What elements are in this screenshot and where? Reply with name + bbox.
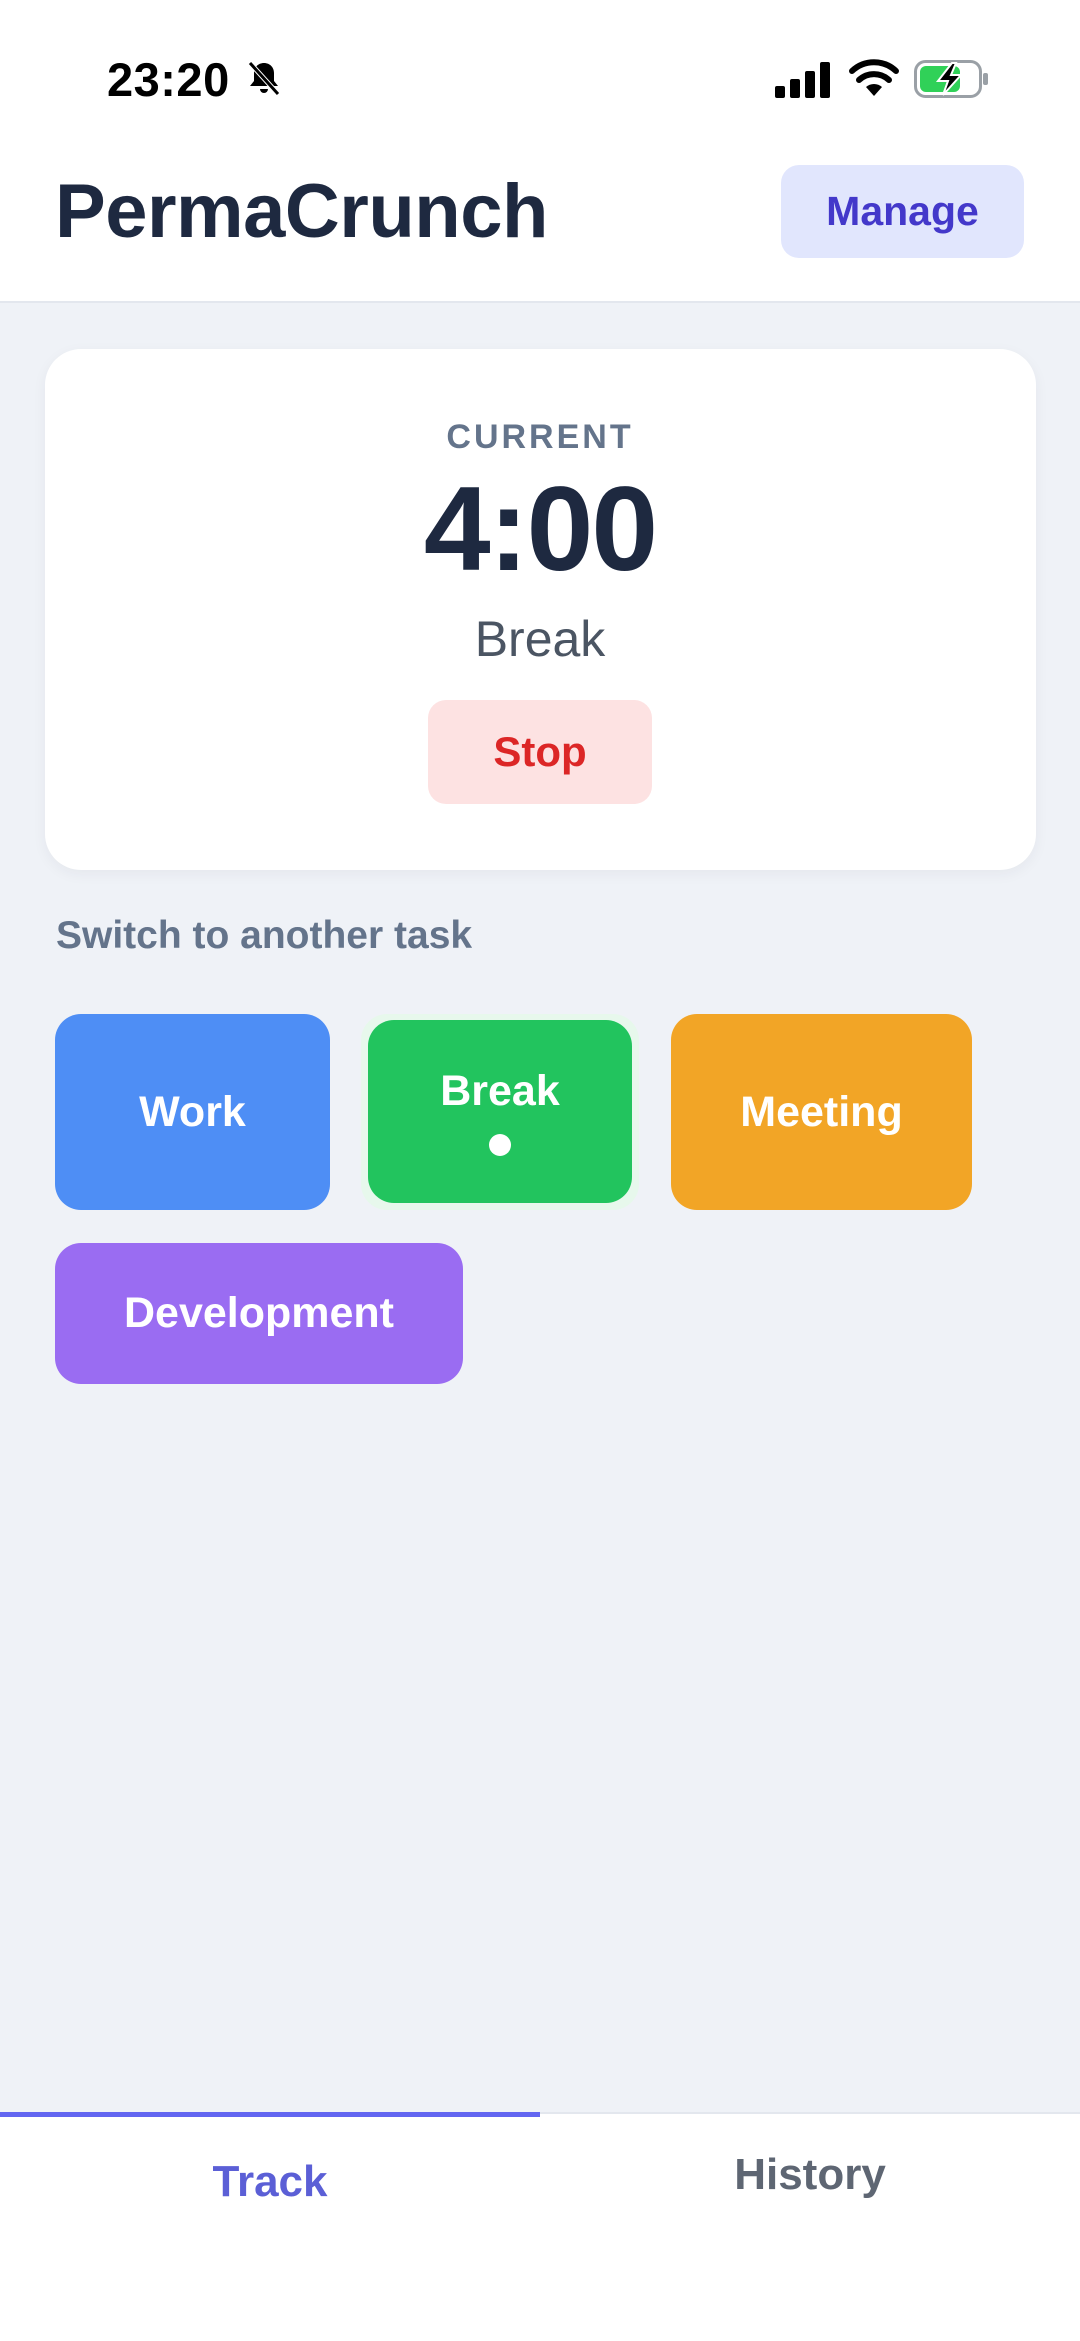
tab-history[interactable]: History (540, 2112, 1080, 2232)
battery-charging-icon (914, 60, 988, 98)
screen: 23:20 PermaCrunch Manage CURRENT 4:00 Br… (0, 0, 1080, 2341)
tab-label: Track (212, 2157, 328, 2206)
bell-slash-icon (248, 61, 280, 96)
app-title: PermaCrunch (55, 169, 548, 254)
task-tile-break[interactable]: Break (368, 1020, 632, 1203)
task-tile-label: Break (440, 1067, 560, 1115)
timer-display: 4:00 (423, 462, 658, 596)
status-time: 23:20 (107, 53, 230, 106)
task-tile-label: Work (139, 1087, 246, 1136)
tab-label: History (734, 2150, 886, 2199)
task-tile-meeting[interactable]: Meeting (671, 1014, 972, 1210)
signal-icon (775, 62, 830, 98)
task-tile-label: Development (123, 1289, 394, 1337)
tab-track[interactable]: Track (0, 2112, 540, 2232)
current-label: CURRENT (446, 418, 634, 456)
task-tile-work[interactable]: Work (55, 1014, 330, 1210)
switch-task-label: Switch to another task (56, 914, 473, 957)
stop-button[interactable]: Stop (428, 700, 652, 804)
wifi-icon (849, 59, 899, 96)
task-tile-development[interactable]: Development (55, 1243, 463, 1384)
task-tile-label: Meeting (740, 1087, 903, 1136)
current-task-name: Break (474, 611, 606, 667)
active-indicator-dot (489, 1134, 511, 1156)
manage-button[interactable]: Manage (781, 165, 1024, 258)
